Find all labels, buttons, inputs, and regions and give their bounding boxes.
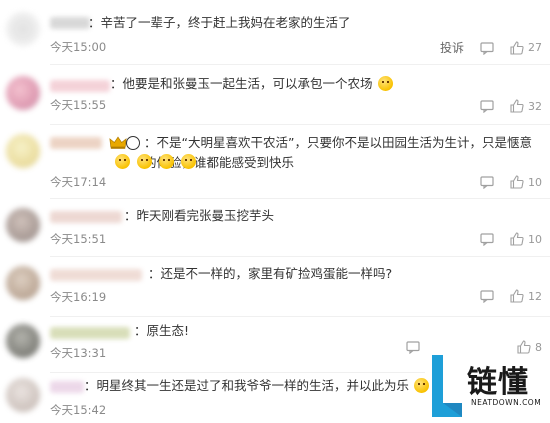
like-button[interactable]: 8 [517, 340, 542, 354]
username-redacted[interactable] [50, 211, 122, 223]
comment-bubble-icon [406, 341, 420, 354]
thumbs-up-icon [517, 340, 531, 354]
username-redacted[interactable] [50, 80, 110, 92]
doge-emoji-icon [137, 154, 153, 169]
comment-text: ：还是不一样的，家里有矿捡鸡蛋能一样吗? [148, 266, 393, 281]
comment-actions: 8 [517, 340, 542, 354]
comment-bubble-icon [480, 290, 494, 303]
glasses-emoji-icon [414, 378, 429, 393]
doge-emoji-icon [159, 154, 175, 169]
username-redacted[interactable] [50, 381, 84, 393]
comment-body: ：明星终其一生还是过了和我爷爷一样的生活，并以此为乐 [84, 378, 410, 393]
comment-text: ：原生态! [134, 323, 190, 338]
username-redacted[interactable] [50, 17, 90, 29]
reply-button[interactable] [480, 232, 494, 246]
brand-name: 链懂 [467, 365, 529, 400]
comment-bubble-icon [480, 176, 494, 189]
thumbs-up-icon [510, 175, 524, 189]
reply-button[interactable] [406, 340, 420, 354]
comment-timestamp: 今天15:55 [50, 98, 107, 112]
comment-actions: 10 [480, 175, 542, 189]
username-redacted[interactable] [50, 137, 102, 149]
comment-text: ：辛苦了一辈子，终于赶上我妈在老家的生活了 [88, 15, 351, 30]
like-count: 8 [535, 340, 542, 354]
comment-bubble-icon [480, 233, 494, 246]
brand-domain: NEATDOWN.COM [471, 398, 542, 407]
like-count: 10 [528, 175, 542, 189]
reply-button[interactable] [480, 175, 494, 189]
username-redacted[interactable] [50, 327, 130, 339]
comment-timestamp: 今天13:31 [50, 346, 107, 360]
report-button[interactable]: 投诉 [440, 39, 464, 56]
brand-logo-icon [432, 355, 462, 417]
comment-timestamp: 今天15:00 [50, 40, 107, 54]
laughing-emoji-icon [377, 76, 393, 91]
like-count: 10 [528, 232, 542, 246]
like-button[interactable]: 32 [510, 99, 542, 113]
comment-item: ：辛苦了一辈子，终于赶上我妈在老家的生活了 今天15:00 投诉 27 [0, 0, 550, 64]
avatar[interactable] [6, 324, 40, 358]
like-count: 27 [528, 41, 542, 54]
comment-timestamp: 今天16:19 [50, 290, 107, 304]
comment-actions: 10 [480, 232, 542, 246]
comment-timestamp: 今天17:14 [50, 175, 107, 189]
comment-text: ：不是“大明星喜欢干农活”，只要你不是以田园生活为生计，只是惬意的体验，谁都能感… [144, 135, 532, 170]
like-button[interactable]: 10 [510, 175, 542, 189]
comment-item: ：昨天刚看完张曼玉挖芋头 今天15:51 10 [0, 198, 550, 256]
comment-actions: 12 [480, 289, 542, 303]
thumbs-up-icon [510, 40, 524, 55]
comment-text: ：他要是和张曼玉一起生活，可以承包一个农场 [110, 74, 544, 94]
avatar[interactable] [6, 12, 40, 46]
like-count: 32 [528, 99, 542, 113]
avatar[interactable] [6, 134, 40, 168]
thumbs-up-icon [510, 289, 524, 303]
avatar[interactable] [6, 76, 40, 110]
comment-bubble-icon [480, 41, 494, 55]
comment-text: ：昨天刚看完张曼玉挖芋头 [124, 208, 275, 223]
comment-timestamp: 今天15:42 [50, 403, 107, 417]
avatar[interactable] [6, 266, 40, 300]
crown-badge-icon [109, 136, 127, 149]
like-button[interactable]: 12 [510, 289, 542, 303]
comment-actions [406, 340, 420, 354]
like-count: 12 [528, 289, 542, 303]
avatar[interactable] [6, 378, 40, 412]
thumbs-up-icon [510, 232, 524, 246]
doge-emoji-icon [181, 154, 197, 169]
like-button[interactable]: 10 [510, 232, 542, 246]
watermark-logo: 链懂 NEATDOWN.COM [429, 353, 550, 423]
emoji-row [114, 151, 197, 170]
username-redacted[interactable] [50, 269, 142, 281]
comment-actions: 32 [480, 99, 542, 113]
avatar[interactable] [6, 208, 40, 242]
reply-button[interactable] [480, 41, 494, 55]
reply-button[interactable] [480, 99, 494, 113]
level-badge-icon [126, 136, 140, 150]
reply-button[interactable] [480, 289, 494, 303]
comment-item: ：不是“大明星喜欢干农活”，只要你不是以田园生活为生计，只是惬意的体验，谁都能感… [0, 124, 550, 198]
doge-emoji-icon [115, 154, 130, 169]
comment-bubble-icon [480, 100, 494, 113]
comment-actions: 投诉 27 [440, 39, 542, 56]
comment-timestamp: 今天15:51 [50, 232, 107, 246]
like-button[interactable]: 27 [510, 40, 542, 55]
thumbs-up-icon [510, 99, 524, 113]
comment-item: ：他要是和张曼玉一起生活，可以承包一个农场 今天15:55 32 [0, 64, 550, 124]
comment-body: ：他要是和张曼玉一起生活，可以承包一个农场 [110, 76, 373, 91]
comment-item: ：还是不一样的，家里有矿捡鸡蛋能一样吗? 今天16:19 12 [0, 256, 550, 316]
